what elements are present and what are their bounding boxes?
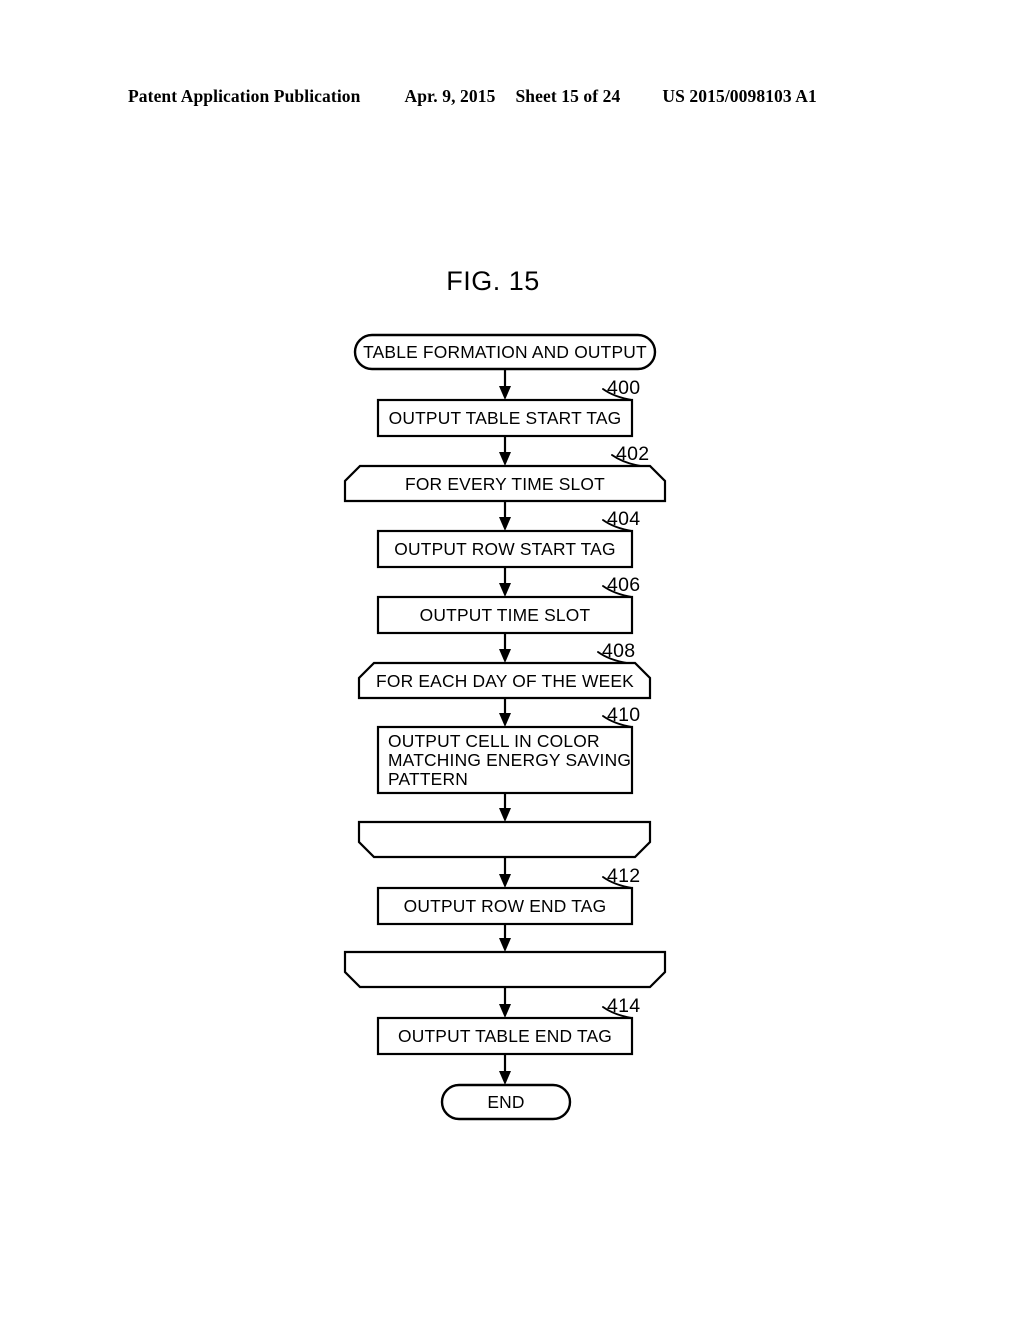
node-400: OUTPUT TABLE START TAG 400 xyxy=(376,377,640,438)
node-404-label: OUTPUT ROW START TAG xyxy=(394,539,615,559)
edge-410-to-loopend1 xyxy=(499,793,511,822)
node-404-reference: 404 xyxy=(607,508,640,530)
node-410: OUTPUT CELL IN COLOR MATCHING ENERGY SAV… xyxy=(376,704,640,795)
node-end-label: END xyxy=(487,1092,524,1112)
node-410-label-line2: MATCHING ENERGY SAVING xyxy=(388,750,631,770)
node-412-reference: 412 xyxy=(607,865,640,887)
node-412-label: OUTPUT ROW END TAG xyxy=(404,896,607,916)
node-400-label: OUTPUT TABLE START TAG xyxy=(389,408,622,428)
edge-402-to-404 xyxy=(499,501,511,531)
node-414: OUTPUT TABLE END TAG 414 xyxy=(376,995,640,1056)
node-406-reference: 406 xyxy=(607,574,640,596)
node-start: TABLE FORMATION AND OUTPUT xyxy=(353,333,657,371)
node-410-label-line1: OUTPUT CELL IN COLOR xyxy=(388,731,600,751)
node-loopend1 xyxy=(357,820,652,859)
edge-406-to-408 xyxy=(499,633,511,663)
node-402-reference: 402 xyxy=(616,443,649,465)
node-414-reference: 414 xyxy=(607,995,640,1017)
node-406-label: OUTPUT TIME SLOT xyxy=(420,605,591,625)
edge-404-to-406 xyxy=(499,567,511,597)
node-406: OUTPUT TIME SLOT 406 xyxy=(376,574,640,635)
edge-loopend2-to-414 xyxy=(499,987,511,1018)
node-410-reference: 410 xyxy=(607,704,640,726)
edge-start-to-400 xyxy=(499,369,511,400)
flowchart-diagram: TABLE FORMATION AND OUTPUT OUTPUT TABLE … xyxy=(0,0,1024,1320)
node-404: OUTPUT ROW START TAG 404 xyxy=(376,508,640,569)
node-loopend2 xyxy=(343,950,667,989)
edge-400-to-402 xyxy=(499,436,511,466)
edge-412-to-loopend2 xyxy=(499,924,511,952)
edge-414-to-end xyxy=(499,1054,511,1085)
node-400-reference: 400 xyxy=(607,377,640,399)
edge-loopend1-to-412 xyxy=(499,857,511,888)
node-408-label: FOR EACH DAY OF THE WEEK xyxy=(376,671,634,691)
node-414-label: OUTPUT TABLE END TAG xyxy=(398,1026,612,1046)
node-402-label: FOR EVERY TIME SLOT xyxy=(405,474,605,494)
node-410-label-line3: PATTERN xyxy=(388,769,468,789)
node-start-label: TABLE FORMATION AND OUTPUT xyxy=(363,342,647,362)
node-408-reference: 408 xyxy=(602,640,635,662)
edge-408-to-410 xyxy=(499,698,511,727)
node-end: END xyxy=(440,1083,572,1121)
node-412: OUTPUT ROW END TAG 412 xyxy=(376,865,640,926)
